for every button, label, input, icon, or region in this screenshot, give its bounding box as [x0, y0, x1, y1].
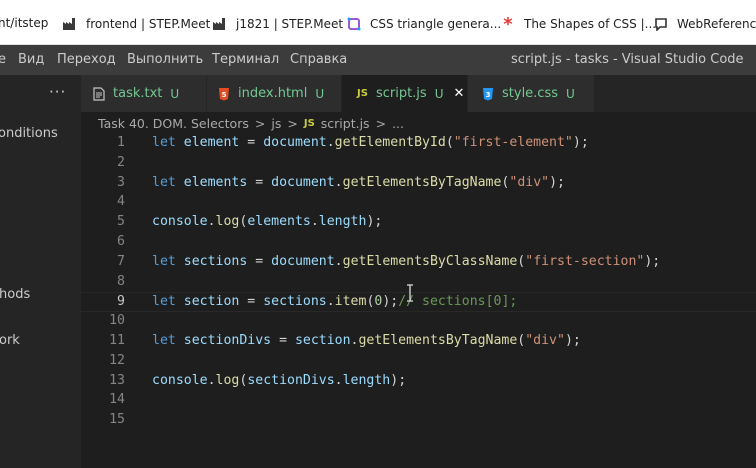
svg-text:3: 3: [486, 91, 491, 99]
breadcrumb-more[interactable]: ...: [392, 116, 404, 131]
menu-view[interactable]: Вид: [18, 52, 44, 67]
factory-icon: [62, 16, 78, 32]
code-line[interactable]: 14: [81, 391, 756, 411]
menu-run[interactable]: Выполнить: [127, 52, 203, 67]
line-number: 5: [117, 214, 125, 230]
code-text: console.log(elements.length);: [152, 214, 383, 230]
menu-edit[interactable]: е: [0, 52, 6, 67]
js-icon: JS: [303, 117, 315, 129]
bookmark-itstep[interactable]: nt/itstep: [0, 16, 48, 30]
comment-icon: [653, 16, 669, 32]
code-line[interactable]: 3 let elements = document.getElementsByTa…: [81, 174, 756, 194]
breadcrumb-subfolder[interactable]: js: [271, 116, 281, 131]
untracked-badge: U: [434, 86, 444, 101]
bookmark-j1821[interactable]: j1821 | STEP.Meet: [212, 16, 343, 32]
code-text: let elements = document.getElementsByTag…: [152, 174, 565, 190]
bookmarks-bar: nt/itstep frontend | STEP.Meet j1821 | S…: [0, 0, 756, 45]
tab-label: index.html: [238, 86, 308, 101]
code-line[interactable]: 6: [81, 233, 756, 253]
close-icon[interactable]: ✕: [453, 86, 464, 101]
breadcrumb-separator: >: [287, 115, 298, 131]
line-number: 9: [117, 294, 125, 310]
tab-index-html[interactable]: 5 index.html U: [207, 75, 342, 112]
code-line[interactable]: 4: [81, 193, 756, 213]
bookmark-label: WebReference: [677, 17, 756, 31]
tab-label: script.js: [375, 86, 427, 101]
code-line[interactable]: 13 console.log(sectionDivs.length);: [81, 372, 756, 392]
tab-label: task.txt: [113, 86, 163, 101]
line-number: 3: [117, 174, 125, 190]
line-number: 15: [109, 412, 125, 428]
code-line[interactable]: 12: [81, 352, 756, 372]
code-line[interactable]: 7 let sections = document.getElementsByCl…: [81, 253, 756, 273]
code-line[interactable]: 11 let sectionDivs = section.getElementsB…: [81, 332, 756, 352]
bookmark-label: CSS triangle genera...: [370, 17, 502, 31]
code-line[interactable]: 15: [81, 411, 756, 431]
title-bar: е Вид Переход Выполнить Терминал Справка…: [0, 45, 756, 75]
sidebar-item-methods[interactable]: hods: [0, 287, 30, 302]
more-actions-icon[interactable]: ···: [49, 83, 66, 101]
code-line[interactable]: 10: [81, 312, 756, 332]
code-text: let sectionDivs = section.getElementsByT…: [152, 333, 581, 348]
code-text: let element = document.getElementById("f…: [152, 135, 589, 150]
untracked-badge: U: [315, 86, 325, 101]
bookmark-label: nt/itstep: [0, 16, 49, 30]
line-number: 6: [117, 234, 125, 249]
line-number: 4: [117, 194, 125, 210]
breadcrumb: Task 40. DOM. Selectors > js > JS script…: [81, 112, 756, 134]
code-text: let section = sections.item(0);// sectio…: [152, 294, 518, 310]
svg-text:5: 5: [222, 91, 227, 99]
factory-icon: [212, 16, 228, 32]
breadcrumb-folder[interactable]: Task 40. DOM. Selectors: [98, 116, 249, 131]
tab-style-css[interactable]: 3 style.css U: [468, 75, 595, 112]
menu-terminal[interactable]: Терминал: [212, 52, 279, 67]
tab-task-txt[interactable]: task.txt U: [81, 75, 207, 112]
css3-icon: 3: [482, 87, 494, 101]
html5-icon: 5: [218, 87, 230, 101]
breadcrumb-separator: >: [254, 115, 266, 131]
js-icon: JS: [357, 88, 368, 99]
code-line[interactable]: 2: [81, 154, 756, 174]
code-editor[interactable]: 1 let element = document.getElementById("…: [81, 134, 756, 468]
line-number: 11: [109, 333, 125, 348]
window-title: script.js - tasks - Visual Studio Code: [511, 52, 744, 67]
sidebar-item-work[interactable]: ork: [0, 333, 20, 348]
bookmark-webreference[interactable]: WebReference: [653, 16, 756, 32]
sidebar-item-conditions[interactable]: onditions: [0, 126, 58, 141]
editor-tabs: task.txt U 5 index.html U JS script.js U…: [81, 75, 756, 112]
line-number: 2: [117, 154, 125, 170]
untracked-badge: U: [566, 86, 575, 101]
bookmark-frontend[interactable]: frontend | STEP.Meet: [62, 16, 210, 32]
breadcrumb-file[interactable]: script.js: [321, 116, 370, 131]
tab-label: style.css: [502, 86, 558, 101]
breadcrumb-separator: >: [375, 115, 387, 131]
line-number: 14: [109, 392, 125, 408]
line-number: 13: [109, 372, 125, 388]
bookmark-label: The Shapes of CSS |...: [524, 17, 657, 31]
text-cursor-icon: [407, 284, 413, 302]
code-line[interactable]: 5 console.log(elements.length);: [81, 213, 756, 233]
explorer-sidebar: ··· onditions hods ork: [0, 75, 81, 468]
bookmark-label: j1821 | STEP.Meet: [236, 17, 344, 31]
bookmark-shapes-css[interactable]: * The Shapes of CSS |...: [500, 13, 657, 35]
line-number: 1: [117, 135, 125, 150]
square-icon: [346, 16, 362, 32]
code-text: let sections = document.getElementsByCla…: [152, 253, 661, 269]
line-number: 7: [117, 253, 125, 269]
code-line[interactable]: 1 let element = document.getElementById("…: [81, 134, 756, 154]
asterisk-icon: *: [503, 13, 513, 35]
tab-script-js[interactable]: JS script.js U ✕: [342, 75, 468, 112]
bookmark-label: frontend | STEP.Meet: [86, 17, 211, 31]
line-number: 10: [109, 313, 125, 329]
menu-go[interactable]: Переход: [57, 52, 116, 67]
text-file-icon: [93, 86, 105, 101]
code-line[interactable]: 8: [81, 273, 756, 293]
code-line[interactable]: 9 let section = sections.item(0);// secti…: [81, 292, 756, 313]
bookmark-css-triangle[interactable]: CSS triangle genera...: [346, 16, 501, 32]
menu-help[interactable]: Справка: [290, 52, 347, 67]
line-number: 12: [109, 352, 125, 368]
line-number: 8: [117, 273, 125, 289]
code-text: console.log(sectionDivs.length);: [152, 372, 407, 388]
untracked-badge: U: [170, 86, 180, 101]
